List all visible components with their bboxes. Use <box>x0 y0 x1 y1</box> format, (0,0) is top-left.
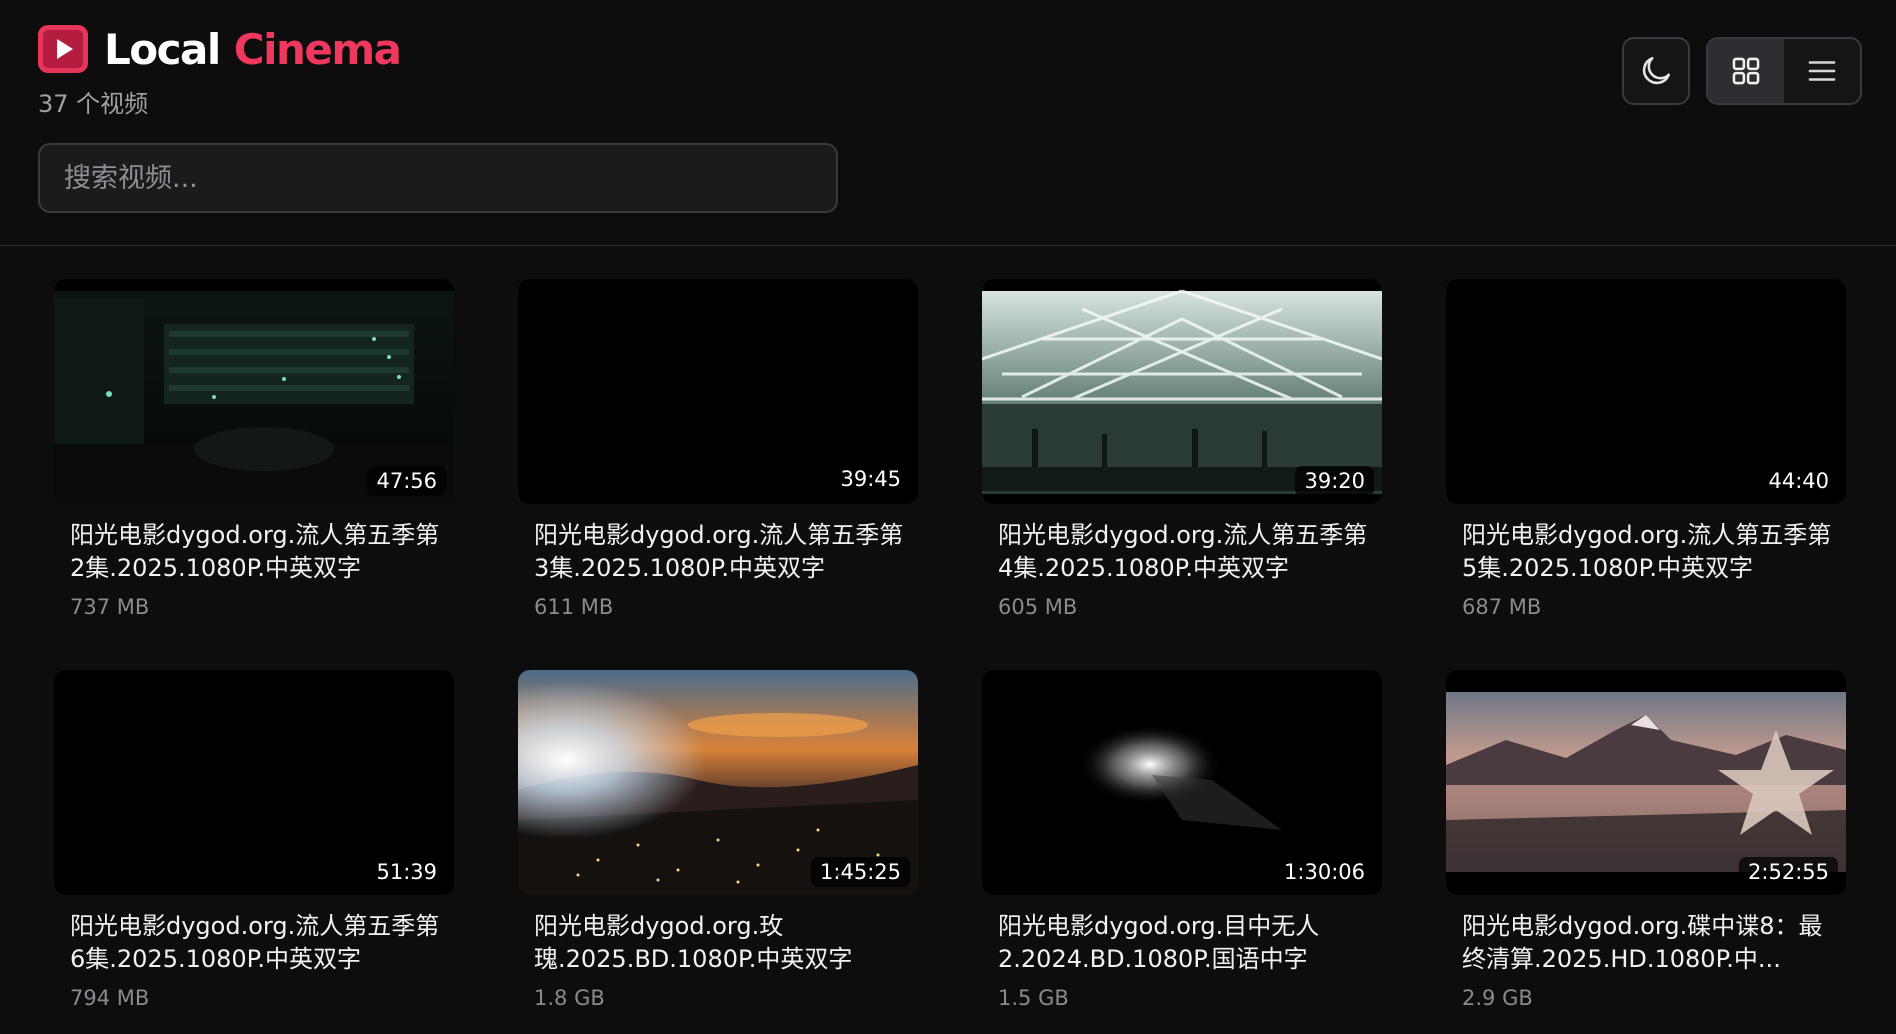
video-title[interactable]: 阳光电影dygod.org.流人第五季第3集.2025.1080P.中英双字 <box>534 519 912 585</box>
view-mode-toggle <box>1706 37 1862 105</box>
video-title[interactable]: 阳光电影dygod.org.流人第五季第4集.2025.1080P.中英双字 <box>998 519 1376 585</box>
video-title[interactable]: 阳光电影dygod.org.玫瑰.2025.BD.1080P.中英双字 <box>534 910 912 976</box>
video-card[interactable]: 51:39 阳光电影dygod.org.流人第五季第6集.2025.1080P.… <box>54 670 454 1026</box>
video-card[interactable]: 47:56 阳光电影dygod.org.流人第五季第2集.2025.1080P.… <box>54 279 454 635</box>
app-title-cinema: Cinema <box>233 24 402 74</box>
video-duration: 44:40 <box>1759 466 1838 496</box>
app-title-local: Local <box>104 24 221 74</box>
video-count: 37 个视频 <box>38 90 149 118</box>
video-size: 737 MB <box>70 595 150 619</box>
video-duration: 1:30:06 <box>1275 857 1374 887</box>
grid-view-button[interactable] <box>1708 39 1784 103</box>
video-card[interactable]: 1:30:06 阳光电影dygod.org.目中无人2.2024.BD.1080… <box>982 670 1382 1026</box>
search-input[interactable] <box>38 143 838 213</box>
brand: Local Cinema <box>38 24 402 74</box>
video-title[interactable]: 阳光电影dygod.org.流人第五季第2集.2025.1080P.中英双字 <box>70 519 448 585</box>
video-size: 605 MB <box>998 595 1078 619</box>
video-title[interactable]: 阳光电影dygod.org.流人第五季第5集.2025.1080P.中英双字 <box>1462 519 1840 585</box>
video-title[interactable]: 阳光电影dygod.org.碟中谍8：最终清算.2025.HD.1080P.中.… <box>1462 910 1840 976</box>
moon-icon <box>1642 56 1671 85</box>
video-card[interactable]: 44:40 阳光电影dygod.org.流人第五季第5集.2025.1080P.… <box>1446 279 1846 635</box>
video-size: 2.9 GB <box>1462 986 1533 1010</box>
video-title[interactable]: 阳光电影dygod.org.流人第五季第6集.2025.1080P.中英双字 <box>70 910 448 976</box>
app-title: Local Cinema <box>104 24 402 74</box>
video-size: 687 MB <box>1462 595 1542 619</box>
video-duration: 51:39 <box>367 857 446 887</box>
video-duration: 47:56 <box>367 466 446 496</box>
video-card[interactable]: 39:20 阳光电影dygod.org.流人第五季第4集.2025.1080P.… <box>982 279 1382 635</box>
video-duration: 2:52:55 <box>1739 857 1838 887</box>
video-size: 1.8 GB <box>534 986 605 1010</box>
video-thumbnail[interactable]: 39:20 <box>982 279 1382 504</box>
video-card[interactable]: 39:45 阳光电影dygod.org.流人第五季第3集.2025.1080P.… <box>518 279 918 635</box>
video-thumbnail[interactable]: 2:52:55 <box>1446 670 1846 895</box>
video-duration: 39:20 <box>1295 466 1374 496</box>
video-duration: 1:45:25 <box>811 857 910 887</box>
video-thumbnail[interactable]: 1:45:25 <box>518 670 918 895</box>
film-play-icon <box>38 25 88 73</box>
app-header: Local Cinema 37 个视频 <box>0 0 1896 246</box>
video-thumbnail[interactable]: 47:56 <box>54 279 454 504</box>
video-size: 794 MB <box>70 986 150 1010</box>
grid-icon <box>1732 57 1760 85</box>
video-duration: 39:45 <box>831 464 910 494</box>
list-view-button[interactable] <box>1784 39 1860 103</box>
list-icon <box>1808 61 1836 81</box>
video-size: 611 MB <box>534 595 614 619</box>
video-thumbnail[interactable]: 1:30:06 <box>982 670 1382 895</box>
video-thumbnail[interactable]: 51:39 <box>54 670 454 895</box>
theme-toggle-button[interactable] <box>1622 37 1690 105</box>
video-size: 1.5 GB <box>998 986 1069 1010</box>
video-title[interactable]: 阳光电影dygod.org.目中无人2.2024.BD.1080P.国语中字 <box>998 910 1376 976</box>
video-thumbnail[interactable]: 44:40 <box>1446 279 1846 504</box>
video-card[interactable]: 2:52:55 阳光电影dygod.org.碟中谍8：最终清算.2025.HD.… <box>1446 670 1846 1026</box>
video-card[interactable]: 1:45:25 阳光电影dygod.org.玫瑰.2025.BD.1080P.中… <box>518 670 918 1026</box>
